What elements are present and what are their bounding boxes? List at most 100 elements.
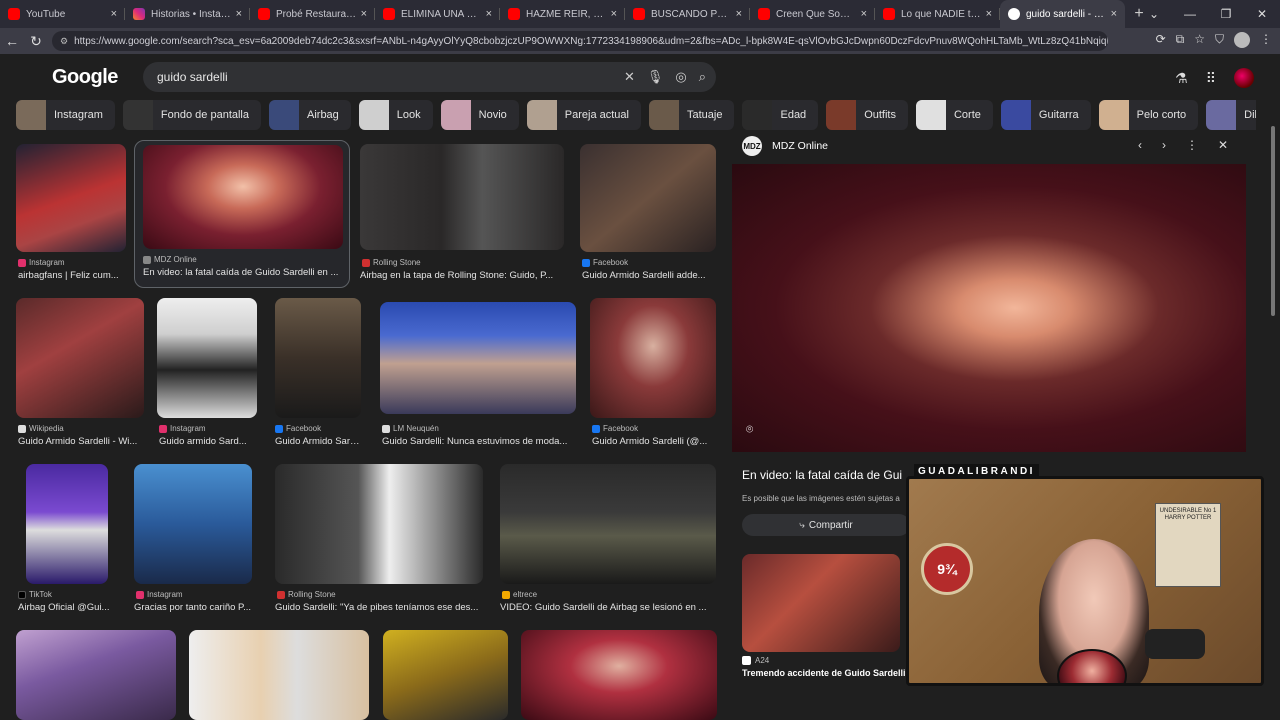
image-result[interactable]: Instagram Gracias por tanto cariño P... [134, 464, 254, 616]
result-thumbnail[interactable] [143, 145, 343, 249]
image-result[interactable]: Rolling Stone Guido Sardelli: "Ya de pib… [275, 464, 485, 616]
close-icon[interactable]: × [236, 8, 242, 20]
panel-source[interactable]: MDZ MDZ Online [742, 136, 828, 156]
preview-image[interactable]: ⌾ [732, 164, 1246, 452]
chip-novio[interactable]: Novio [440, 100, 519, 130]
chip-look[interactable]: Look [358, 100, 433, 130]
tab-video-2[interactable]: Probé Restaurantes con× [250, 0, 375, 28]
more-options-icon[interactable]: ⋮ [1186, 138, 1198, 152]
extension-icon[interactable]: ⟳ [1156, 32, 1166, 48]
result-thumbnail[interactable] [590, 298, 716, 418]
image-result[interactable]: Facebook Guido Armido Sard... [275, 298, 363, 448]
preview-title[interactable]: En video: la fatal caída de Gui [742, 468, 902, 482]
camera-lens-icon[interactable]: ◎ [675, 69, 686, 85]
result-thumbnail[interactable] [500, 464, 716, 584]
search-icon[interactable]: ⌕ [699, 69, 706, 85]
image-result[interactable]: Facebook Guido Armido Sardelli adde... [580, 144, 718, 284]
chip-fondo-de-pantalla[interactable]: Fondo de pantalla [122, 100, 261, 130]
close-icon[interactable]: × [861, 8, 867, 20]
close-icon[interactable]: × [736, 8, 742, 20]
chip-instagram[interactable]: Instagram [16, 100, 115, 130]
clear-icon[interactable]: ✕ [624, 69, 635, 85]
close-icon[interactable]: × [361, 8, 367, 20]
chevron-left-icon[interactable]: ‹ [1138, 138, 1142, 152]
chip-pelo-corto[interactable]: Pelo corto [1098, 100, 1199, 130]
share-button[interactable]: ⤷ Compartir [742, 514, 910, 536]
back-icon[interactable]: ← [0, 33, 24, 49]
tab-youtube[interactable]: YouTube × [0, 0, 125, 28]
image-result[interactable] [189, 630, 369, 720]
labs-flask-icon[interactable]: ⚗ [1175, 70, 1188, 87]
chip-corte[interactable]: Corte [915, 100, 993, 130]
image-result[interactable]: LM Neuquén Guido Sardelli: Nunca estuvim… [380, 302, 578, 448]
minimize-icon[interactable]: — [1172, 0, 1208, 28]
result-thumbnail[interactable] [580, 144, 716, 252]
reload-icon[interactable]: ↻ [24, 33, 48, 50]
image-result[interactable]: Wikipedia Guido Armido Sardelli - Wi... [16, 298, 146, 448]
chip-outfits[interactable]: Outfits [826, 100, 908, 130]
image-result[interactable]: Instagram Guido armido Sard... [157, 298, 259, 448]
close-icon[interactable]: × [486, 8, 492, 20]
profile-avatar[interactable] [1234, 32, 1250, 48]
image-result[interactable]: Rolling Stone Airbag en la tapa de Rolli… [360, 144, 566, 284]
tab-video-5[interactable]: BUSCANDO PROBLEMA× [625, 0, 750, 28]
google-logo[interactable]: Google [52, 66, 118, 89]
tab-video-4[interactable]: HAZME REIR, GANA 100× [500, 0, 625, 28]
tab-video-3[interactable]: ELIMINA UNA CANCIÓN× [375, 0, 500, 28]
result-thumbnail[interactable] [157, 298, 257, 418]
result-thumbnail[interactable] [16, 144, 126, 252]
result-thumbnail[interactable] [383, 630, 508, 720]
result-thumbnail[interactable] [134, 464, 252, 584]
close-icon[interactable]: × [986, 8, 992, 20]
image-result[interactable]: TikTok Airbag Oficial @Gui... [16, 464, 116, 616]
shield-icon[interactable]: ⛉ [1215, 32, 1224, 48]
account-avatar[interactable] [1234, 68, 1254, 88]
bookmark-star-icon[interactable]: ☆ [1194, 32, 1205, 48]
microphone-icon[interactable]: 🎙 [647, 69, 664, 85]
close-icon[interactable]: × [1111, 8, 1117, 20]
address-bar[interactable]: ⚙ https://www.google.com/search?sca_esv=… [52, 31, 1108, 51]
result-thumbnail[interactable] [521, 630, 717, 720]
chip-airbag[interactable]: Airbag [269, 100, 351, 130]
puzzle-icon[interactable]: ⧉ [1176, 32, 1185, 48]
image-result-selected[interactable]: MDZ Online En video: la fatal caída de G… [134, 140, 350, 288]
tab-instagram[interactable]: Historias • Instagram× [125, 0, 250, 28]
chip-pareja-actual[interactable]: Pareja actual [526, 100, 641, 130]
chip-guitarra[interactable]: Guitarra [1000, 100, 1091, 130]
close-icon[interactable]: × [611, 8, 617, 20]
image-result[interactable]: Instagram airbagfans | Feliz cum... [16, 144, 128, 284]
lens-search-icon[interactable]: ⌾ [746, 422, 762, 438]
search-input[interactable]: guido sardelli ✕ 🎙 ◎ ⌕ [143, 62, 716, 92]
chip-tatuaje[interactable]: Tatuaje [649, 100, 735, 130]
chip-dibujo[interactable]: Dibujo [1206, 100, 1256, 130]
tab-google-search[interactable]: guido sardelli - Buscar con× [1000, 0, 1125, 28]
close-icon[interactable]: ✕ [1218, 138, 1228, 152]
site-info-icon[interactable]: ⚙ [60, 36, 68, 47]
image-result[interactable] [521, 630, 717, 720]
tab-video-6[interactable]: Creen Que Somos Tonto× [750, 0, 875, 28]
chevron-down-icon[interactable]: ⌄ [1136, 0, 1172, 28]
image-result[interactable]: eltrece VIDEO: Guido Sardelli de Airbag … [500, 464, 718, 616]
maximize-icon[interactable]: ❐ [1208, 0, 1244, 28]
close-icon[interactable]: × [111, 8, 117, 20]
result-thumbnail[interactable] [360, 144, 564, 250]
page-scrollbar[interactable] [1270, 126, 1276, 686]
result-thumbnail[interactable] [26, 464, 108, 584]
image-result[interactable]: Facebook Guido Armido Sardelli (@... [590, 298, 718, 448]
chip-edad[interactable]: Edad [742, 100, 819, 130]
apps-grid-icon[interactable]: ⠿ [1206, 70, 1216, 87]
result-thumbnail[interactable] [275, 464, 483, 584]
result-thumbnail[interactable] [380, 302, 576, 414]
image-result[interactable] [16, 630, 176, 720]
menu-dots-icon[interactable]: ⋮ [1260, 32, 1272, 48]
result-thumbnail[interactable] [275, 298, 361, 418]
chevron-right-icon[interactable]: › [1162, 138, 1166, 152]
result-thumbnail[interactable] [189, 630, 369, 720]
image-result[interactable] [383, 630, 508, 720]
close-window-icon[interactable]: ✕ [1244, 0, 1280, 28]
result-thumbnail[interactable] [16, 630, 176, 720]
related-caption[interactable]: Tremendo accidente de Guido Sardelli ... [742, 668, 916, 678]
tab-video-7[interactable]: Lo que NADIE te cuenta× [875, 0, 1000, 28]
related-image[interactable] [742, 554, 900, 652]
result-thumbnail[interactable] [16, 298, 144, 418]
